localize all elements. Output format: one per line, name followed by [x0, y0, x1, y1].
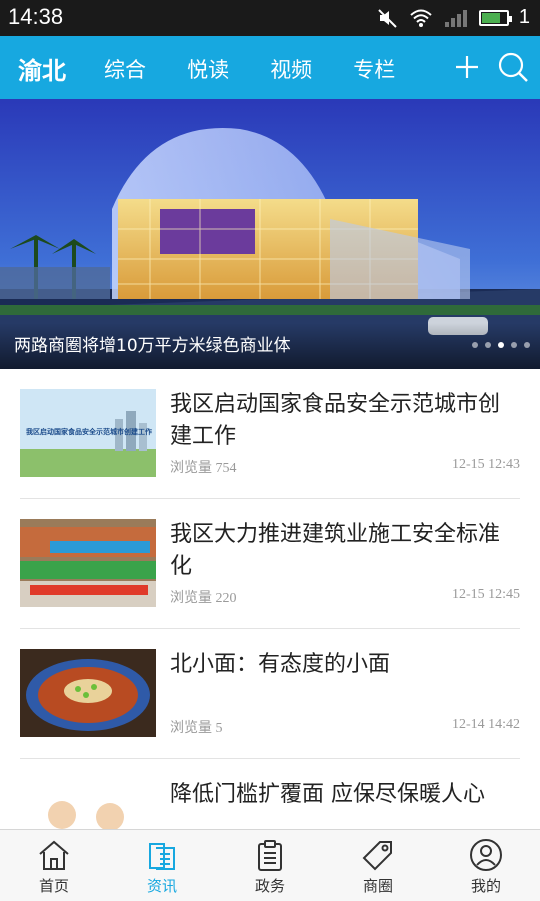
- news-title: 北小面：有态度的小面: [170, 652, 391, 677]
- signal-icon: [444, 9, 467, 27]
- thumbnail-text: 我区启动国家食品安全示范城市创建工作: [26, 427, 152, 436]
- news-item[interactable]: 北小面：有态度的小面 浏览量 5 12-14 14:42: [20, 629, 520, 759]
- news-icon: [149, 843, 175, 870]
- tag-icon: [362, 841, 392, 871]
- nav-government[interactable]: 政务: [216, 830, 324, 901]
- view-count: 浏览量 220: [170, 591, 237, 606]
- city-selector[interactable]: 渝北: [18, 51, 66, 86]
- view-count: 浏览量 5: [170, 721, 223, 736]
- view-count: 浏览量 754: [170, 461, 237, 476]
- nav-business[interactable]: 商圈: [324, 830, 432, 901]
- clipboard-icon: [258, 840, 282, 871]
- news-thumbnail: 我区启动国家食品安全示范城市创建工作: [20, 389, 156, 477]
- news-title: 我区启动国家食品安全示范城市创建工作: [170, 392, 501, 449]
- news-title: 我区大力推进建筑业施工安全标准化: [170, 522, 501, 579]
- bottom-navigation: 首页 资讯 政务 商圈 我的: [0, 829, 540, 901]
- carousel-dot-active: [498, 342, 504, 348]
- nav-profile[interactable]: 我的: [432, 830, 540, 901]
- carousel-dot: [524, 342, 530, 348]
- publish-time: 12-14 14:42: [451, 717, 520, 732]
- nav-news-label: 资讯: [146, 877, 177, 895]
- search-icon[interactable]: [496, 49, 530, 85]
- top-navigation: 渝北 综合 悦读 视频 专栏 生: [0, 36, 540, 99]
- home-icon: [39, 840, 69, 870]
- wifi-icon: [410, 9, 432, 27]
- channel-tabs: 综合 悦读 视频 专栏 生: [104, 54, 432, 84]
- nav-news[interactable]: 资讯: [108, 830, 216, 901]
- tab-column[interactable]: 专栏: [353, 54, 395, 84]
- nav-business-label: 商圈: [362, 877, 393, 895]
- news-title: 降低门槛扩覆面 应保尽保暖人心: [170, 782, 485, 807]
- status-time: 14:38: [8, 4, 64, 29]
- banner-caption[interactable]: 两路商圈将增10万平方米绿色商业体: [14, 331, 291, 356]
- publish-time: 12-15 12:43: [451, 457, 520, 472]
- carousel-dot: [485, 342, 491, 348]
- news-thumbnail: [20, 649, 156, 737]
- news-item[interactable]: 我区启动国家食品安全示范城市创建工作 我区启动国家食品安全示范城市创建工作 浏览…: [20, 369, 520, 499]
- publish-time: 12-15 12:45: [451, 587, 520, 602]
- mute-icon: [378, 8, 397, 28]
- news-list: 我区启动国家食品安全示范城市创建工作 我区启动国家食品安全示范城市创建工作 浏览…: [0, 369, 540, 889]
- nav-government-label: 政务: [254, 877, 285, 895]
- carousel-indicator: [472, 342, 530, 348]
- news-item[interactable]: 我区大力推进建筑业施工安全标准化 浏览量 220 12-15 12:45: [20, 499, 520, 629]
- plus-icon[interactable]: [452, 49, 482, 85]
- nav-home-label: 首页: [38, 877, 69, 895]
- news-thumbnail: [20, 519, 156, 607]
- carousel-dot: [511, 342, 517, 348]
- tab-reading[interactable]: 悦读: [187, 54, 229, 84]
- nav-profile-label: 我的: [470, 877, 501, 895]
- notification-count: 1: [518, 6, 530, 28]
- tab-video[interactable]: 视频: [270, 54, 312, 84]
- status-bar: 14:38 1: [0, 0, 540, 36]
- status-icons: 1: [377, 6, 530, 29]
- battery-icon: [478, 9, 512, 26]
- banner-carousel[interactable]: 两路商圈将增10万平方米绿色商业体: [0, 99, 540, 369]
- carousel-dot: [472, 342, 478, 348]
- nav-home[interactable]: 首页: [0, 830, 108, 901]
- profile-icon: [470, 839, 502, 871]
- tab-comprehensive[interactable]: 综合: [104, 54, 146, 84]
